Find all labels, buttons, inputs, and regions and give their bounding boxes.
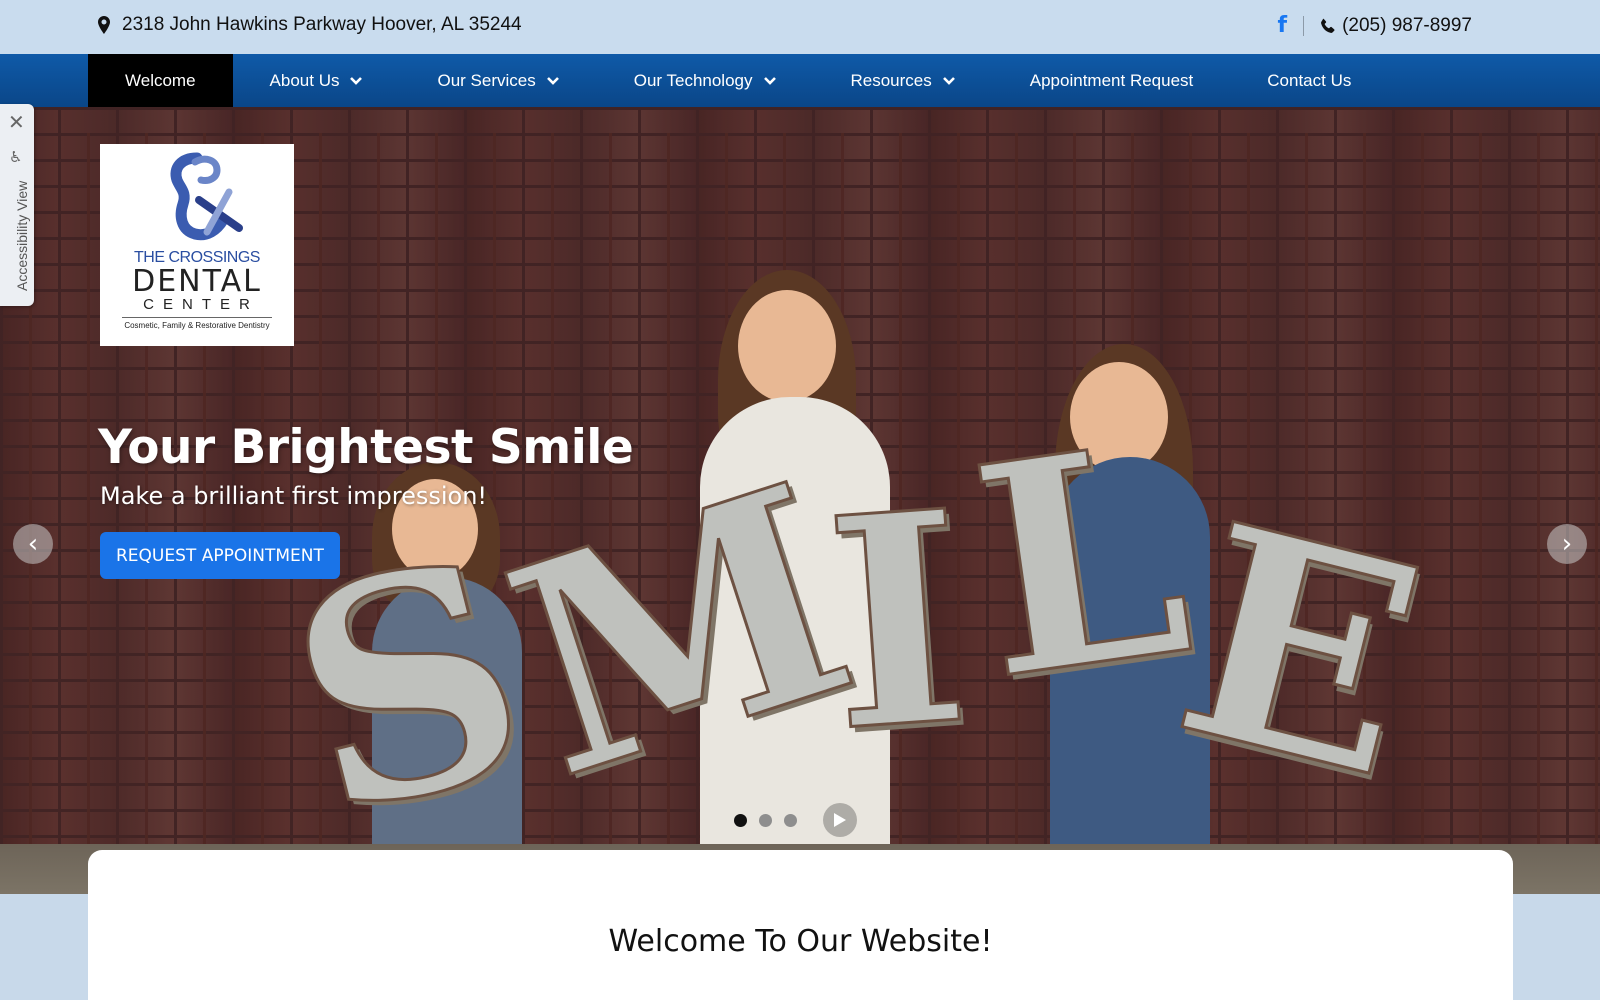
divider [1303,15,1305,36]
nav-items: Welcome About Us Our Services Our Technolog… [88,54,1388,107]
welcome-section: Welcome To Our Website! [88,850,1513,1000]
slider-dot-3[interactable] [784,813,797,827]
main-nav: Welcome About Us Our Services Our Technolog… [0,54,1600,107]
map-pin-icon [98,16,110,34]
wheelchair-icon: ♿ [9,148,23,166]
chevron-left-icon: ‹ [27,529,39,559]
request-appointment-button[interactable]: REQUEST APPOINTMENT [100,532,340,579]
top-bar: 2318 John Hawkins Parkway Hoover, AL 352… [0,0,1600,54]
accessibility-view-label[interactable]: Accessibility View [14,181,30,291]
play-icon [834,813,846,827]
site-logo[interactable]: THE CROSSINGS DENTAL CENTER Cosmetic, Fa… [100,144,294,346]
slider-pagination [734,803,857,837]
slider-prev-button[interactable]: ‹ [13,524,53,564]
slider-dot-1[interactable] [734,813,747,827]
facebook-icon[interactable]: f [1277,13,1287,38]
nav-item-label: Contact Us [1267,70,1352,90]
nav-item-resources[interactable]: Resources [814,54,993,107]
hero-letter-l: L [956,378,1208,746]
nav-item-our-technology[interactable]: Our Technology [597,54,814,107]
hero-title: Your Brightest Smile [98,420,634,475]
nav-item-our-services[interactable]: Our Services [400,54,596,107]
logo-tagline: Cosmetic, Family & Restorative Dentistry [124,321,270,330]
chevron-right-icon: › [1561,529,1573,559]
logo-line-3: CENTER [143,296,259,313]
slider-dot-2[interactable] [759,813,772,827]
accessibility-view-tab[interactable]: ✕ ♿ Accessibility View [0,104,34,306]
nav-item-label: About Us [269,70,340,90]
slider-next-button[interactable]: › [1547,524,1587,564]
welcome-heading: Welcome To Our Website! [608,924,993,959]
crossings-logo-icon [170,152,243,241]
hero-subtitle: Make a brilliant first impression! [100,482,488,510]
phone-number[interactable]: (205) 987-8997 [1342,15,1472,37]
nav-item-about-us[interactable]: About Us [233,54,401,107]
close-icon[interactable]: ✕ [8,110,25,134]
phone-icon [1321,18,1335,33]
nav-item-label: Appointment Request [1029,70,1194,90]
top-contacts: f (205) 987-8997 [1277,13,1472,38]
nav-item-label: Our Technology [633,70,753,90]
chevron-down-icon [763,76,776,85]
slider-play-button[interactable] [823,803,857,837]
nav-item-welcome[interactable]: Welcome [88,54,233,107]
nav-item-appointment-request[interactable]: Appointment Request [993,54,1231,107]
chevron-down-icon [942,76,955,85]
logo-line-2: DENTAL [132,264,262,299]
nav-item-label: Our Services [437,70,536,90]
address: 2318 John Hawkins Parkway Hoover, AL 352… [98,14,522,36]
address-text: 2318 John Hawkins Parkway Hoover, AL 352… [122,14,522,35]
nav-item-label: Resources [850,70,932,90]
chevron-down-icon [546,76,559,85]
nav-item-contact-us[interactable]: Contact Us [1230,54,1388,107]
chevron-down-icon [350,76,363,85]
nav-item-label: Welcome [125,70,196,90]
hero-letter-i: I [817,446,979,798]
